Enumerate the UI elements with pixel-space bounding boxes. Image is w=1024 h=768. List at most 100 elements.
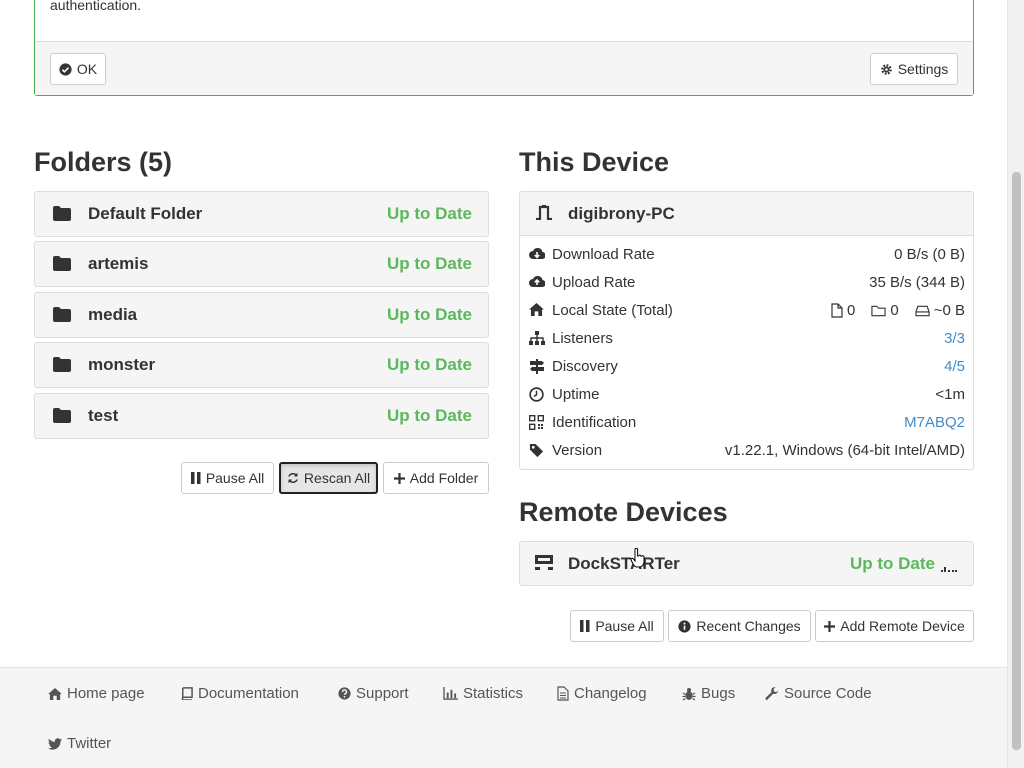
book-icon — [180, 687, 193, 700]
folder-default-folder[interactable]: Default Folder Up to Date — [34, 191, 489, 237]
identification-row: Identification M7ABQ2 — [520, 409, 973, 437]
footer-link-home-page[interactable]: Home page — [48, 685, 145, 702]
row-label: Discovery — [552, 358, 618, 375]
twitter-icon — [48, 737, 62, 750]
row-label: Identification — [552, 414, 637, 431]
scrollbar-thumb[interactable] — [1012, 172, 1021, 750]
pause-all-folders-button[interactable]: Pause All — [181, 462, 274, 494]
recent-changes-button[interactable]: Recent Changes — [668, 610, 811, 642]
folder-media[interactable]: media Up to Date — [34, 292, 489, 338]
settings-button[interactable]: Settings — [870, 53, 958, 85]
page-footer: Home page Documentation Support Statisti… — [0, 667, 1007, 768]
notice-text: authentication. — [50, 0, 142, 13]
local-state-values: 0 0 ~0 B — [831, 302, 965, 319]
folder-name: artemis — [88, 254, 149, 273]
folder-test[interactable]: test Up to Date — [34, 393, 489, 439]
folder-name: Default Folder — [88, 204, 203, 223]
remote-device-status: Up to Date — [850, 554, 935, 573]
row-label: Uptime — [552, 386, 600, 403]
folder-name: test — [88, 406, 119, 425]
remote-devices-title: Remote Devices — [519, 497, 728, 527]
hdd-icon — [915, 305, 930, 317]
download-rate-row: Download Rate 0 B/s (0 B) — [520, 241, 973, 269]
settings-label: Settings — [897, 61, 949, 77]
folder-outline-icon — [871, 304, 886, 317]
footer-link-label: Bugs — [701, 685, 736, 702]
bug-icon — [682, 687, 696, 701]
row-value: v1.22.1, Windows (64-bit Intel/AMD) — [724, 442, 965, 459]
sitemap-icon — [529, 331, 545, 345]
folder-status: Up to Date — [387, 355, 472, 374]
discovery-link[interactable]: 4/5 — [944, 358, 965, 375]
footer-link-bugs[interactable]: Bugs — [682, 685, 735, 702]
device-header[interactable]: digibrony-PC — [520, 192, 973, 236]
folder-status: Up to Date — [387, 204, 472, 223]
add-folder-button[interactable]: Add Folder — [383, 462, 489, 494]
row-label: Upload Rate — [552, 274, 636, 291]
notice-body: authentication. — [35, 0, 973, 43]
server-icon — [535, 555, 553, 570]
rescan-all-button[interactable]: Rescan All — [279, 462, 378, 494]
remote-device-name: DockSTARTer — [568, 554, 680, 573]
footer-link-source-code[interactable]: Source Code — [765, 685, 872, 702]
signpost-icon — [529, 359, 545, 374]
add-folder-label: Add Folder — [409, 470, 479, 486]
footer-link-label: Twitter — [67, 735, 112, 752]
folder-name: media — [88, 305, 138, 324]
notice-panel: authentication. OK Settings — [34, 0, 974, 96]
footer-link-statistics[interactable]: Statistics — [443, 685, 523, 702]
footer-link-label: Documentation — [198, 685, 299, 702]
home-icon — [529, 303, 544, 316]
refresh-icon — [287, 472, 299, 484]
folder-status: Up to Date — [387, 254, 472, 273]
footer-link-changelog[interactable]: Changelog — [557, 685, 647, 702]
folder-icon — [53, 206, 71, 221]
check-circle-icon — [59, 62, 72, 76]
signal-icon — [941, 564, 957, 572]
discovery-row: Discovery 4/5 — [520, 353, 973, 381]
folder-name: monster — [88, 355, 156, 374]
qrcode-icon — [529, 415, 544, 430]
footer-link-label: Changelog — [574, 685, 647, 702]
page-scrollbar[interactable] — [1007, 0, 1024, 768]
recent-changes-label: Recent Changes — [696, 618, 801, 634]
folder-monster[interactable]: monster Up to Date — [34, 342, 489, 388]
add-remote-device-button[interactable]: Add Remote Device — [815, 610, 974, 642]
pause-icon — [580, 620, 590, 632]
clock-icon — [529, 387, 544, 402]
local-dirs-count: 0 — [890, 302, 899, 319]
footer-link-label: Support — [356, 685, 409, 702]
plus-icon — [393, 472, 405, 484]
row-label: Local State (Total) — [552, 302, 673, 319]
version-row: Version v1.22.1, Windows (64-bit Intel/A… — [520, 437, 973, 465]
footer-link-twitter[interactable]: Twitter — [48, 735, 111, 752]
add-remote-label: Add Remote Device — [840, 618, 965, 634]
tag-icon — [529, 443, 544, 458]
local-files-count: 0 — [847, 302, 856, 319]
folder-icon — [53, 256, 71, 271]
folder-status: Up to Date — [387, 305, 472, 324]
cloud-download-icon — [529, 247, 545, 261]
rescan-all-label: Rescan All — [303, 470, 371, 486]
folder-status: Up to Date — [387, 406, 472, 425]
footer-link-support[interactable]: Support — [338, 685, 409, 702]
row-value: 0 B/s (0 B) — [894, 246, 965, 263]
this-device-panel: digibrony-PC Download Rate 0 B/s (0 B) U… — [519, 191, 974, 470]
cloud-upload-icon — [529, 275, 545, 289]
footer-link-documentation[interactable]: Documentation — [180, 685, 299, 702]
device-id-link[interactable]: M7ABQ2 — [904, 414, 965, 431]
row-value: <1m — [935, 386, 965, 403]
gear-icon — [880, 63, 893, 76]
listeners-link[interactable]: 3/3 — [944, 330, 965, 347]
row-value: 35 B/s (344 B) — [869, 274, 965, 291]
pause-all-label: Pause All — [205, 470, 265, 486]
folder-artemis[interactable]: artemis Up to Date — [34, 241, 489, 287]
hand-cursor-icon — [630, 547, 646, 572]
remote-device-dockstarter[interactable]: DockSTARTer Up to Date — [519, 541, 974, 586]
pause-all-devices-button[interactable]: Pause All — [570, 610, 664, 642]
question-circle-icon — [338, 687, 351, 700]
row-label: Download Rate — [552, 246, 655, 263]
notice-footer: OK Settings — [35, 41, 973, 95]
upload-rate-row: Upload Rate 35 B/s (344 B) — [520, 269, 973, 297]
ok-button[interactable]: OK — [50, 53, 106, 85]
